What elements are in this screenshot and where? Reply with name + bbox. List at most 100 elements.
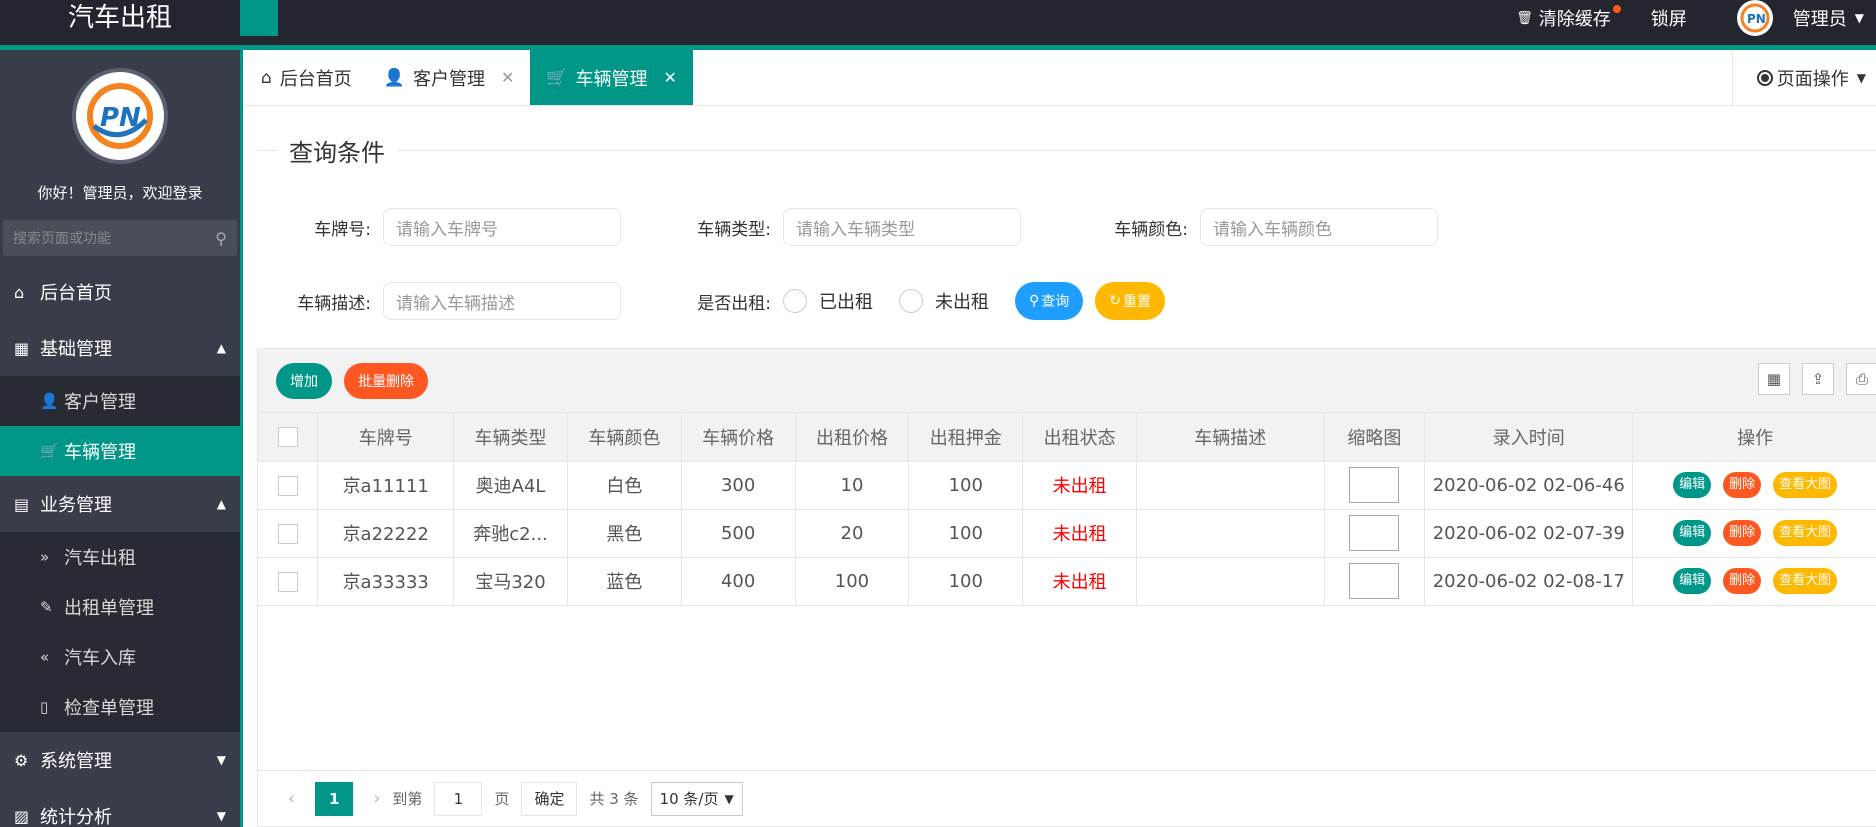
col-time[interactable]: 录入时间: [1424, 413, 1634, 462]
col-price[interactable]: 车辆价格: [681, 413, 796, 462]
close-icon[interactable]: ✕: [501, 68, 514, 87]
tab-bar: ⌂ 后台首页 👤 客户管理 ✕ 🛒 车辆管理 ✕ 页面操作 ▼: [243, 50, 1876, 106]
tab-customers[interactable]: 👤 客户管理 ✕: [368, 50, 531, 105]
view-image-button[interactable]: 查看大图: [1773, 472, 1838, 498]
page-unit-label: 页: [494, 790, 510, 808]
side-toggle-button[interactable]: [240, 0, 278, 36]
edit-button[interactable]: 编辑: [1673, 520, 1712, 546]
chart-icon: ▨: [14, 806, 30, 826]
desc-input[interactable]: 请输入车辆描述: [383, 282, 621, 320]
double-left-icon: «: [40, 648, 50, 666]
plate-input[interactable]: 请输入车牌号: [383, 208, 621, 246]
sidebar-item-basic[interactable]: ▦ 基础管理 ▲: [0, 320, 240, 376]
col-deposit[interactable]: 出租押金: [908, 413, 1024, 462]
thumbnail-image[interactable]: [1349, 563, 1400, 599]
pagination: ‹ 1 › 到第 1 页 确定 共 3 条 10 条/页 ▼: [258, 770, 1876, 826]
reset-button[interactable]: ↻ 重置: [1095, 282, 1165, 320]
row-checkbox[interactable]: [258, 461, 319, 510]
sidebar-item-stats[interactable]: ▨ 统计分析 ▼: [0, 788, 240, 827]
col-rent-price[interactable]: 出租价格: [795, 413, 910, 462]
query-fieldset: 查询条件: [257, 133, 1876, 168]
table-row[interactable]: 京a22222 奔驰c2... 黑色 500 20 100 未出租 2020-0…: [258, 509, 1876, 558]
user-profile: PN 你好！管理员，欢迎登录: [0, 50, 240, 210]
thumbnail-image[interactable]: [1349, 515, 1400, 551]
search-button[interactable]: ⚲ 查询: [1015, 282, 1084, 320]
col-type[interactable]: 车辆类型: [453, 413, 568, 462]
sub-menu-business: » 汽车出租 ✎ 出租单管理 « 汽车入库 ▯ 检查单管理: [0, 532, 240, 732]
col-plate[interactable]: 车牌号: [317, 413, 455, 462]
confirm-page-button[interactable]: 确定: [521, 781, 578, 816]
rented-yes-radio[interactable]: 已出租: [783, 288, 873, 314]
view-image-button[interactable]: 查看大图: [1773, 568, 1838, 594]
col-thumb[interactable]: 缩略图: [1324, 413, 1426, 462]
user-icon: 👤: [40, 392, 59, 410]
color-input[interactable]: 请输入车辆颜色: [1200, 208, 1438, 246]
batch-delete-button[interactable]: 批量删除: [344, 362, 428, 399]
sidebar-item-vehicles[interactable]: 🛒 车辆管理: [0, 426, 240, 476]
sidebar-item-business[interactable]: ▤ 业务管理 ▲: [0, 476, 240, 532]
sidebar-item-car-return[interactable]: « 汽车入库: [0, 632, 240, 682]
table-row[interactable]: 京a33333 宝马320 蓝色 400 100 100 未出租 2020-06…: [258, 557, 1876, 606]
next-page-icon[interactable]: ›: [373, 788, 380, 809]
columns-filter-icon[interactable]: ▦: [1758, 363, 1790, 395]
select-all-checkbox[interactable]: [258, 413, 319, 462]
page-number-input[interactable]: 1: [434, 781, 483, 816]
admin-menu[interactable]: 管理员 ▼: [1793, 5, 1864, 31]
chevron-down-icon: ▼: [216, 753, 226, 767]
sidebar-item-rent-car[interactable]: » 汽车出租: [0, 532, 240, 582]
vehicle-table: 车牌号 车辆类型 车辆颜色 车辆价格 出租价格 出租押金 出租状态 车辆描述 缩…: [258, 413, 1876, 606]
search-icon[interactable]: ⚲: [215, 229, 227, 248]
side-search-input[interactable]: 搜索页面或功能 ⚲: [3, 220, 237, 256]
delete-button[interactable]: 删除: [1723, 472, 1762, 498]
pn-logo-icon: PN: [87, 83, 153, 149]
type-input[interactable]: 请输入车辆类型: [783, 208, 1021, 246]
page-ops-menu[interactable]: 页面操作 ▼: [1731, 50, 1876, 106]
edit-button[interactable]: 编辑: [1673, 568, 1712, 594]
tab-vehicles[interactable]: 🛒 车辆管理 ✕: [530, 50, 693, 105]
export-icon[interactable]: ⇪: [1802, 363, 1834, 395]
refresh-icon: ↻: [1109, 293, 1121, 309]
chevron-down-icon: ▼: [216, 809, 226, 823]
pn-logo-icon: PN: [1740, 3, 1770, 33]
print-icon[interactable]: ⎙: [1846, 363, 1876, 395]
double-right-icon: »: [40, 548, 50, 566]
query-row-2b: 是否出租: 已出租 未出租 ⚲ 查询 ↻ 重置: [673, 282, 1177, 320]
delete-button[interactable]: 删除: [1723, 568, 1762, 594]
view-image-button[interactable]: 查看大图: [1773, 520, 1838, 546]
row-checkbox[interactable]: [258, 509, 319, 558]
clear-cache-button[interactable]: 🗑 清除缓存: [1516, 5, 1621, 31]
col-status[interactable]: 出租状态: [1022, 413, 1137, 462]
edit-doc-icon: ✎: [40, 598, 53, 616]
home-icon: ⌂: [261, 67, 272, 88]
rented-no-radio[interactable]: 未出租: [899, 288, 989, 314]
prev-page-icon[interactable]: ‹: [288, 788, 295, 809]
lock-screen-button[interactable]: 锁屏: [1651, 5, 1687, 31]
current-page[interactable]: 1: [315, 781, 354, 816]
close-icon[interactable]: ✕: [664, 68, 677, 87]
sidebar-item-customers[interactable]: 👤 客户管理: [0, 376, 240, 426]
sidebar-item-check-orders[interactable]: ▯ 检查单管理: [0, 682, 240, 732]
sidebar-item-system[interactable]: ⚙ 系统管理 ▼: [0, 732, 240, 788]
sidebar-item-home[interactable]: ⌂ 后台首页: [0, 264, 240, 320]
query-row-2: 车辆描述: 请输入车辆描述: [273, 282, 621, 320]
table-row[interactable]: 京a11111 奥迪A4L 白色 300 10 100 未出租 2020-06-…: [258, 461, 1876, 510]
sidebar-item-rent-orders[interactable]: ✎ 出租单管理: [0, 582, 240, 632]
app-title: 汽车出租: [67, 3, 172, 33]
tab-home[interactable]: ⌂ 后台首页: [243, 50, 368, 105]
col-desc[interactable]: 车辆描述: [1136, 413, 1325, 462]
type-label: 车辆类型:: [697, 219, 771, 240]
delete-button[interactable]: 删除: [1723, 520, 1762, 546]
grid-icon: ▦: [14, 338, 30, 358]
svg-text:PN: PN: [1747, 12, 1766, 26]
row-checkbox[interactable]: [258, 557, 319, 606]
avatar: PN: [72, 68, 168, 164]
thumbnail-image[interactable]: [1349, 467, 1400, 503]
page-size-select[interactable]: 10 条/页 ▼: [650, 781, 743, 816]
add-button[interactable]: 增加: [276, 362, 332, 399]
chevron-up-icon: ▲: [216, 341, 226, 355]
sub-menu-basic: 👤 客户管理 🛒 车辆管理: [0, 376, 240, 476]
admin-avatar[interactable]: PN: [1736, 0, 1773, 36]
edit-button[interactable]: 编辑: [1673, 472, 1712, 498]
col-color[interactable]: 车辆颜色: [567, 413, 682, 462]
status-badge: 未出租: [1022, 557, 1137, 606]
